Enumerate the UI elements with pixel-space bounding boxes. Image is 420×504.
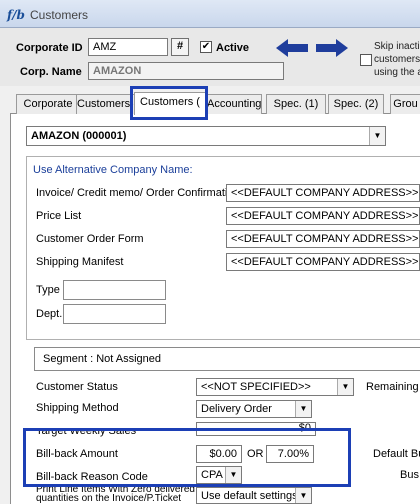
print-line-items-select[interactable]: Use default settings ▼	[196, 487, 312, 504]
customer-status-select[interactable]: <<NOT SPECIFIED>> ▼	[196, 378, 354, 396]
order-form-label: Customer Order Form	[36, 233, 144, 245]
invoice-address-select[interactable]: <<DEFAULT COMPANY ADDRESS>>	[226, 184, 420, 202]
dept-label: Dept.	[36, 308, 63, 320]
highlight-box-billback	[23, 428, 351, 487]
shipping-method-select[interactable]: Delivery Order ▼	[196, 400, 312, 418]
previous-arrow-icon[interactable]	[274, 38, 310, 58]
type-label: Type	[36, 284, 60, 296]
app-logo-icon: f/b	[7, 8, 25, 22]
shipping-manifest-label: Shipping Manifest	[36, 256, 124, 268]
customer-status-label: Customer Status	[36, 381, 118, 393]
tab-customers-1[interactable]: Customers (	[76, 94, 136, 114]
tab-group[interactable]: Grou	[390, 94, 420, 114]
chevron-down-icon: ▼	[295, 401, 311, 417]
active-checkbox[interactable]: ✔	[200, 41, 212, 53]
highlight-box-tab	[130, 86, 208, 120]
lookup-button[interactable]: #	[171, 38, 189, 56]
alternative-company-title: Use Alternative Company Name:	[33, 164, 193, 176]
tab-spec-2[interactable]: Spec. (2)	[328, 94, 384, 114]
price-list-label: Price List	[36, 210, 82, 222]
skip-inactive-checkbox[interactable]	[360, 54, 372, 66]
price-list-address-select[interactable]: <<DEFAULT COMPANY ADDRESS>>	[226, 207, 420, 225]
chevron-down-icon: ▼	[337, 379, 353, 395]
skip-inactive-label: Skip inacti customers using the a	[374, 41, 420, 78]
corporate-id-input[interactable]: AMZ	[88, 38, 168, 56]
tab-spec-1[interactable]: Spec. (1)	[266, 94, 326, 114]
order-form-address-select[interactable]: <<DEFAULT COMPANY ADDRESS>>	[226, 230, 420, 248]
default-bu-label: Default Bu	[373, 448, 420, 460]
chevron-down-icon: ▼	[369, 127, 385, 145]
remaining-label: Remaining S	[366, 381, 420, 393]
dept-input[interactable]	[63, 304, 166, 324]
print-line-items-label: Print Line Items With Zero delivered qua…	[36, 485, 195, 504]
type-input[interactable]	[63, 280, 166, 300]
chevron-down-icon: ▼	[295, 488, 311, 503]
company-select[interactable]: AMAZON (000001) ▼	[26, 126, 386, 146]
tab-corporate[interactable]: Corporate	[16, 94, 80, 114]
bus-label: Bus	[400, 469, 419, 481]
shipping-manifest-address-select[interactable]: <<DEFAULT COMPANY ADDRESS>>	[226, 253, 420, 271]
tab-bar: Corporate Customers ( Customers ( Accoun…	[10, 92, 420, 115]
invoice-label: Invoice/ Credit memo/ Order Confirmation	[36, 187, 240, 199]
corp-name-input[interactable]: AMAZON	[88, 62, 284, 80]
corporate-id-label: Corporate ID	[16, 42, 83, 54]
title-bar: f/b Customers	[0, 0, 420, 28]
shipping-method-label: Shipping Method	[36, 402, 119, 414]
segment-bar: Segment : Not Assigned	[34, 347, 420, 371]
next-arrow-icon[interactable]	[314, 38, 350, 58]
window-title: Customers	[30, 8, 89, 22]
corp-name-label: Corp. Name	[20, 66, 82, 78]
tab-accounting[interactable]: Accounting	[206, 94, 262, 114]
active-label: Active	[216, 42, 250, 54]
